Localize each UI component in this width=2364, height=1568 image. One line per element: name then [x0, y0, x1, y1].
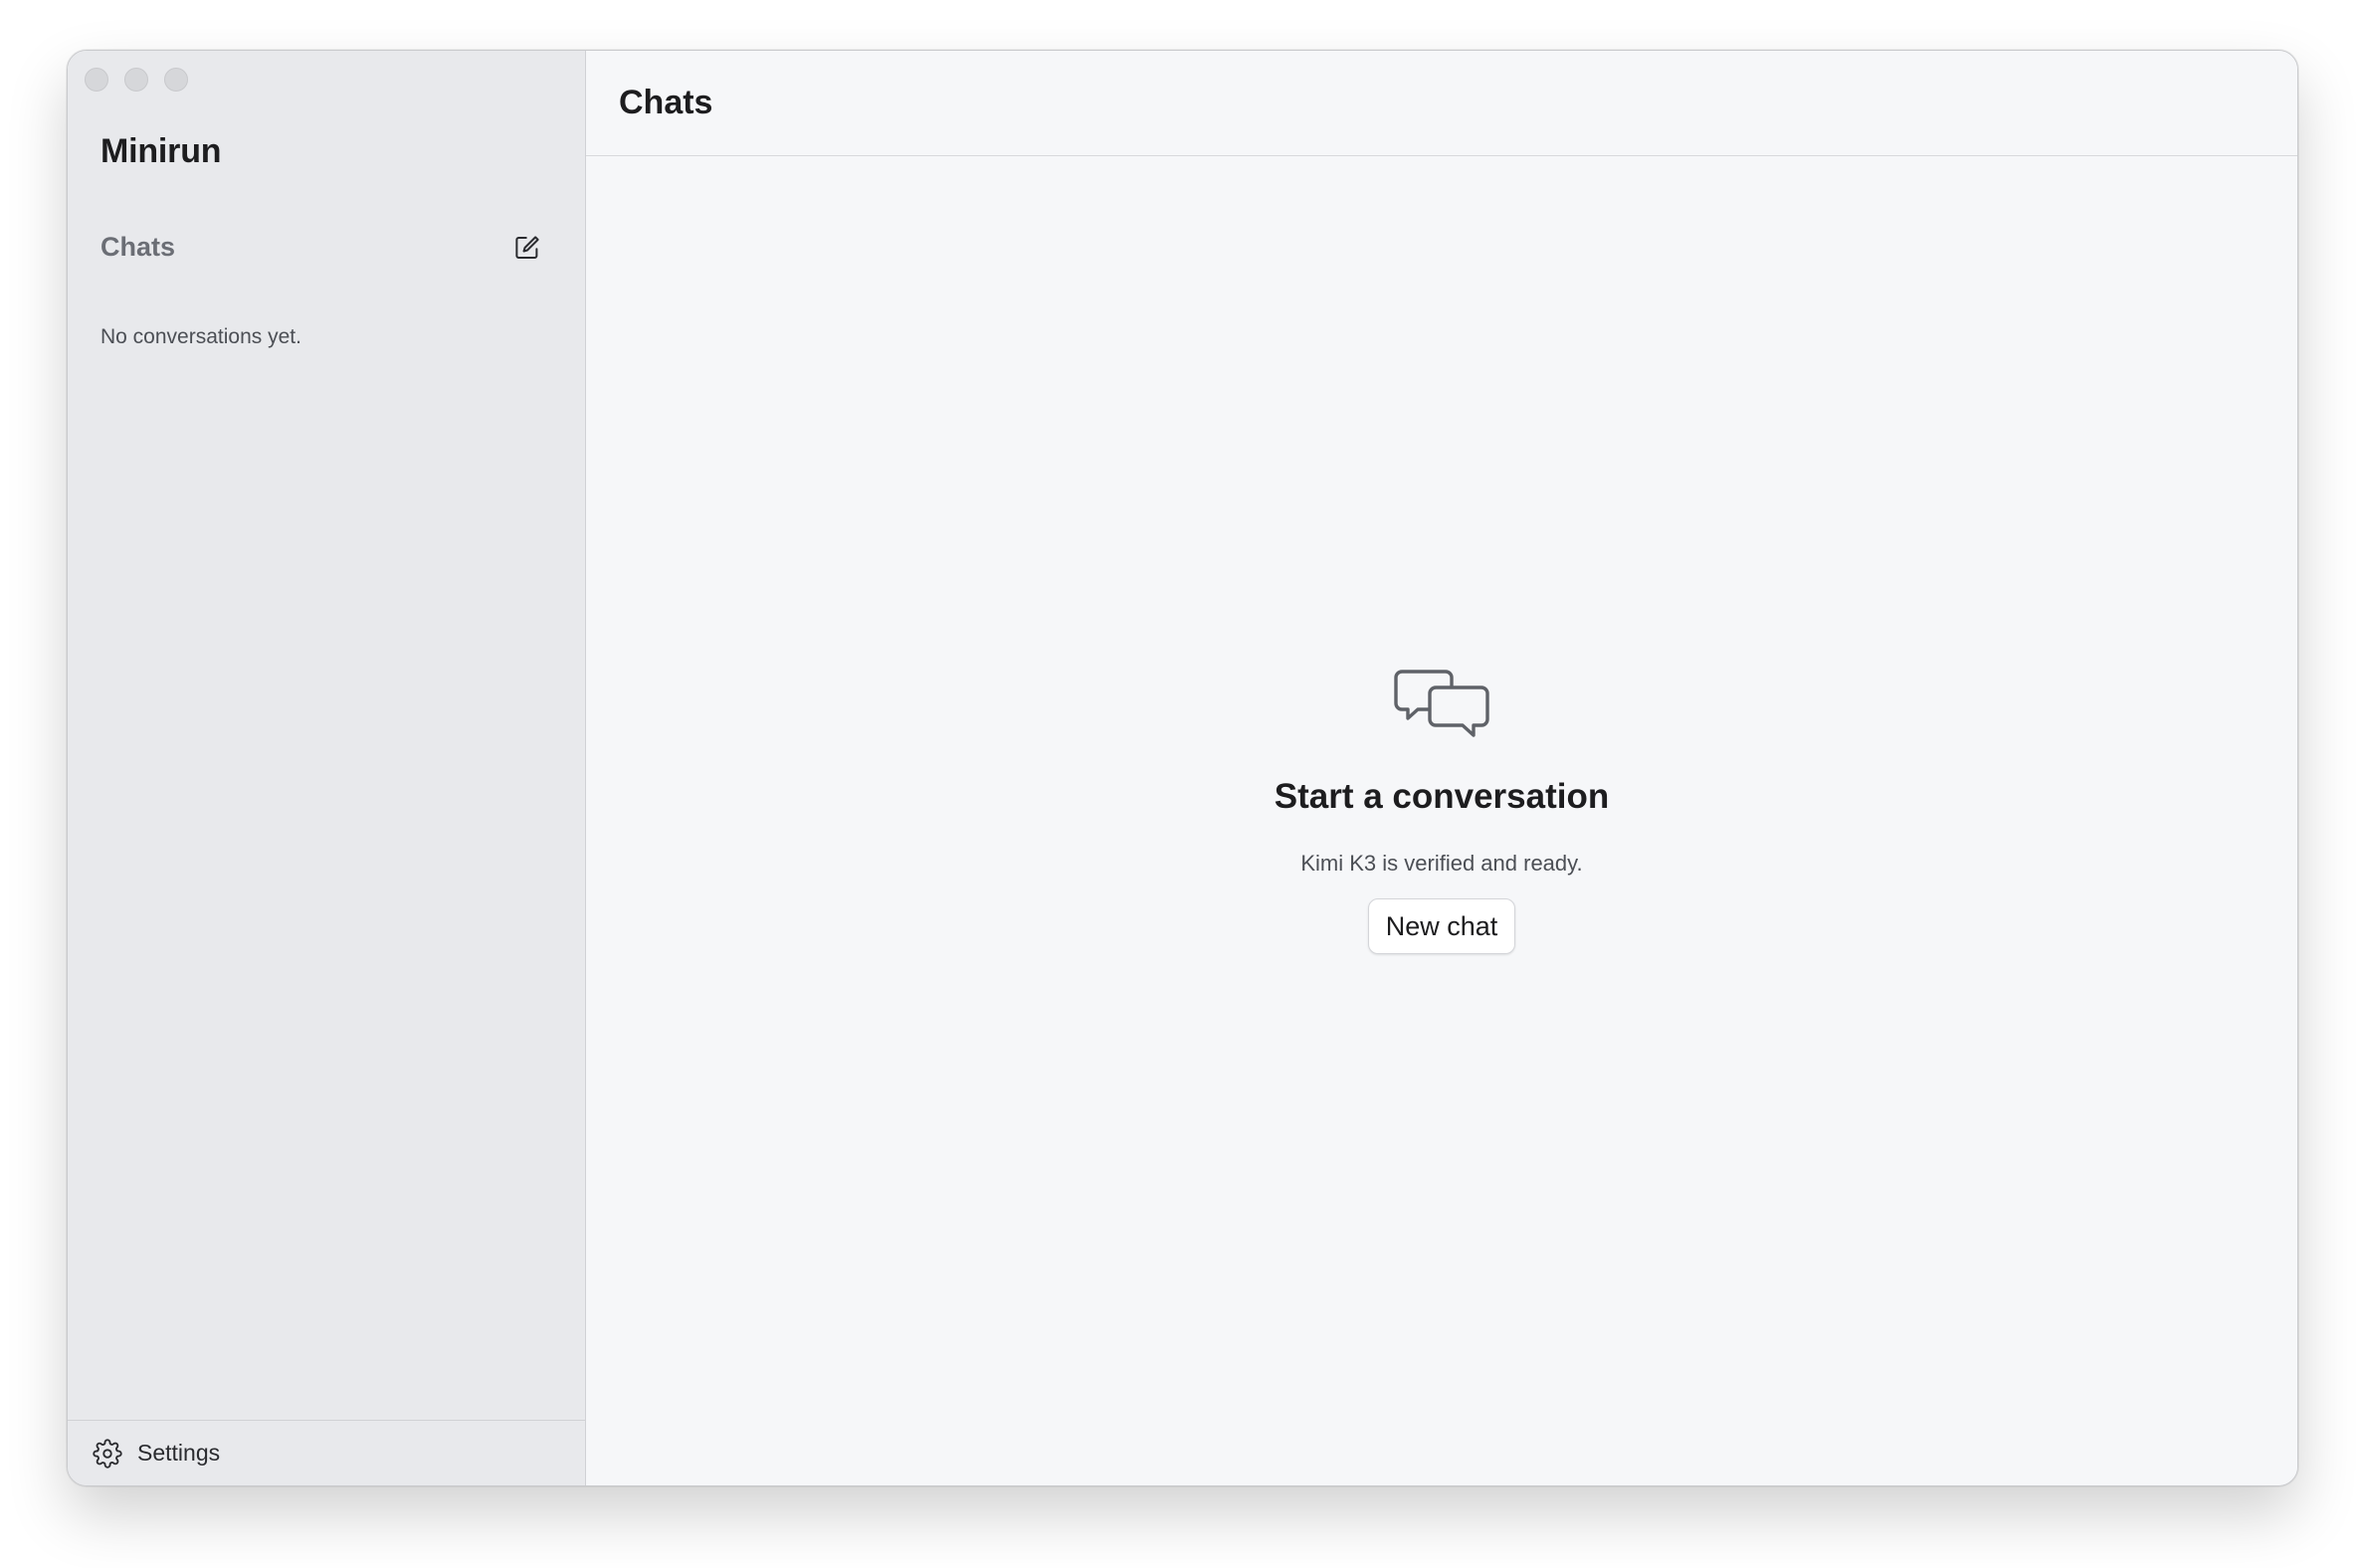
empty-conversations-text: No conversations yet.	[100, 325, 301, 348]
zoom-window-button[interactable]	[164, 68, 188, 92]
empty-state-subtitle: Kimi K3 is verified and ready.	[1300, 851, 1583, 876]
settings-label: Settings	[137, 1440, 221, 1466]
app-window: Minirun Chats No conversations yet. Sett…	[67, 50, 2298, 1486]
minimize-window-button[interactable]	[124, 68, 148, 92]
chats-section-title: Chats	[100, 232, 176, 262]
compose-icon	[515, 236, 539, 259]
app-name: Minirun	[100, 132, 222, 170]
main-content: Chats Start a conversation Kimi K3 is ve…	[586, 51, 2297, 1485]
new-chat-compose-button[interactable]	[511, 232, 543, 264]
main-header: Chats	[586, 51, 2297, 156]
gear-icon	[92, 1438, 123, 1470]
new-chat-button[interactable]: New chat	[1368, 898, 1515, 954]
settings-button[interactable]: Settings	[68, 1420, 585, 1485]
empty-state: Start a conversation Kimi K3 is verified…	[586, 668, 2297, 954]
close-window-button[interactable]	[85, 68, 108, 92]
page-title: Chats	[619, 84, 713, 121]
sidebar: Minirun Chats No conversations yet. Sett…	[68, 51, 586, 1485]
empty-state-title: Start a conversation	[1274, 777, 1610, 816]
window-controls	[85, 68, 188, 92]
chat-bubbles-icon	[1394, 670, 1489, 737]
